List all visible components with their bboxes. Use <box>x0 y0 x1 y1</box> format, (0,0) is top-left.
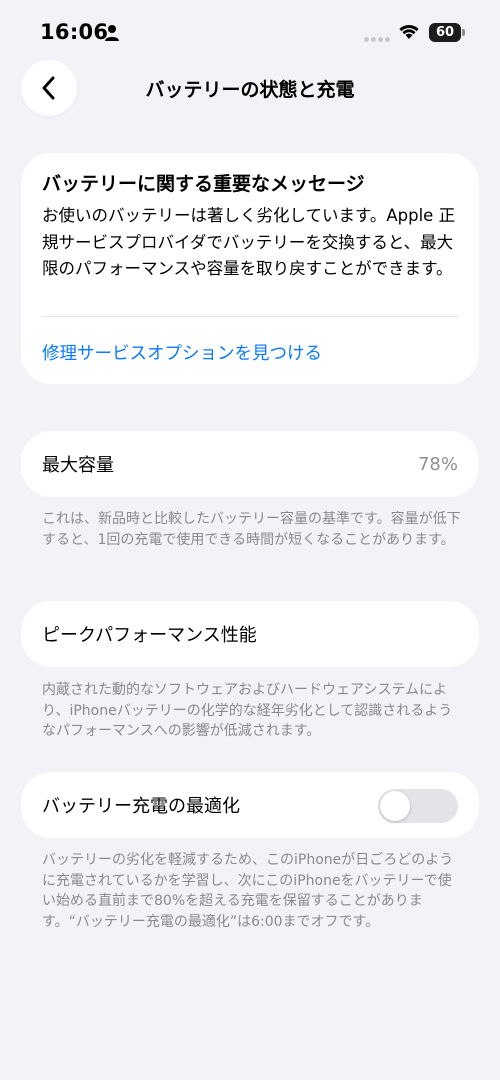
optimized-charging-footnote: バッテリーの劣化を軽減するため、このiPhoneが日ごろどのように充電されている… <box>42 852 454 930</box>
optimized-charging-toggle[interactable] <box>378 789 458 823</box>
status-bar: 16:06 60 <box>0 0 500 60</box>
peak-performance-row: ピークパフォーマンス性能 <box>21 601 479 667</box>
battery-message-card: バッテリーに関する重要なメッセージ お使いのバッテリーは著しく劣化しています。A… <box>21 153 479 384</box>
repair-options-link[interactable]: 修理サービスオプションを見つける <box>42 340 322 365</box>
battery-icon: 60 <box>429 23 461 42</box>
optimized-charging-label: バッテリー充電の最適化 <box>42 796 240 817</box>
peak-performance-footnote: 内蔵された動的なソフトウェアおよびハードウェアシステムにより、iPhoneバッテ… <box>42 682 453 739</box>
max-capacity-value: 78% <box>417 453 458 475</box>
peak-performance-label: ピークパフォーマンス性能 <box>42 625 257 646</box>
max-capacity-footnote: これは、新品時と比較したバッテリー容量の基準です。容量が低下すると、1回の充電で… <box>42 511 461 548</box>
toggle-knob <box>380 791 410 821</box>
message-body: お使いのバッテリーは著しく劣化しています。Apple 正規サービスプロバイダでバ… <box>42 206 456 278</box>
cellular-signal-icon <box>364 37 390 42</box>
optimized-charging-row: バッテリー充電の最適化 <box>21 772 479 838</box>
status-time: 16:06 <box>40 20 109 44</box>
battery-tip <box>462 29 465 36</box>
divider <box>42 316 458 317</box>
max-capacity-row: 最大容量 78% <box>21 431 479 497</box>
person-icon <box>105 25 119 41</box>
max-capacity-label: 最大容量 <box>42 455 114 476</box>
message-title: バッテリーに関する重要なメッセージ <box>42 173 365 195</box>
wifi-icon <box>399 24 419 39</box>
page-title: バッテリーの状態と充電 <box>145 79 355 101</box>
